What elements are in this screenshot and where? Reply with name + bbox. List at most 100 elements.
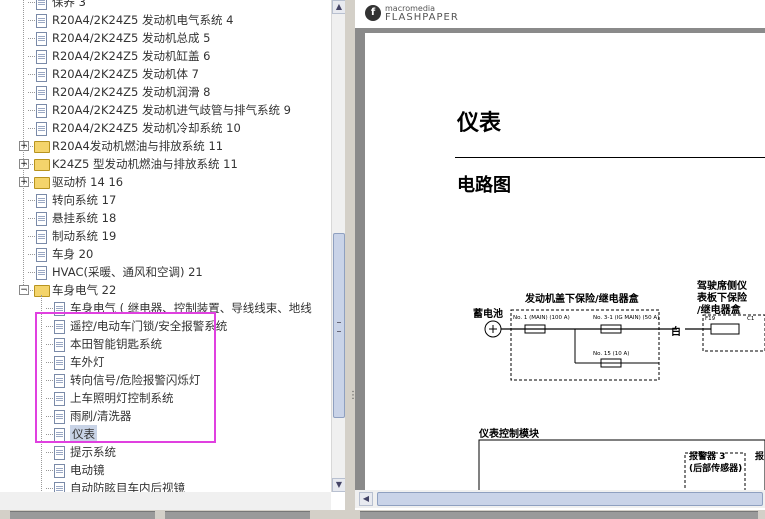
tree-doc-item[interactable]: HVAC(采暖、通风和空调) 21 [0,263,331,281]
tree-connector [26,182,33,183]
fuse-1-label: No. 1 (MAIN) (100 A) [513,315,570,321]
scroll-left-arrow-icon[interactable]: ◀ [359,492,373,506]
tree-connector [28,200,35,201]
tree-doc-item[interactable]: R20A4/2K24Z5 发动机电气系统 4 [0,11,331,29]
document-icon [36,50,47,64]
document-icon [36,68,47,82]
document-viewer-pane: f macromedia FLASHPAPER 仪表 电路图 蓄电池 发动机盖下… [355,0,765,518]
document-icon [36,230,47,244]
tree-connector [28,110,35,111]
tree-folder-item[interactable]: − 车身电气 22 [0,281,331,299]
folder-icon [34,159,50,171]
circuit-diagram [478,309,765,490]
tree-doc-item[interactable]: R20A4/2K24Z5 发动机润滑 8 [0,83,331,101]
tree-item-label: 保养 3 [52,0,86,9]
annotation-highlight-box [35,312,216,443]
tree-connector [28,74,35,75]
tree-item-label: R20A4/2K24Z5 发动机体 7 [52,67,199,81]
tree-item-label: 制动系统 19 [52,229,117,243]
tree-doc-item[interactable]: R20A4/2K24Z5 发动机体 7 [0,65,331,83]
dash-fusebox-label-3: /继电器盒 [697,305,741,316]
tree-connector [26,164,33,165]
viewer-scroll-thumb[interactable] [377,492,763,506]
document-icon [36,194,47,208]
document-icon [54,482,65,492]
scroll-thumb[interactable] [333,233,345,418]
tree-item-label: R20A4/2K24Z5 发动机缸盖 6 [52,49,211,63]
document-icon [36,122,47,136]
viewer-horizontal-scrollbar[interactable]: ◀ [355,490,765,508]
tree-folder-item[interactable]: + K24Z5 型发动机燃油与排放系统 11 [0,155,331,173]
flashpaper-logo-icon: f [365,5,381,21]
tree-doc-item[interactable]: 车身 20 [0,245,331,263]
tree-doc-item[interactable]: R20A4/2K24Z5 发动机总成 5 [0,29,331,47]
tree-connector [28,20,35,21]
flashpaper-header: f macromedia FLASHPAPER [355,0,765,28]
tree-connector [28,38,35,39]
tree-doc-item[interactable]: 自动防眩目车内后视镜 [0,479,331,492]
page-viewport[interactable]: 仪表 电路图 蓄电池 发动机盖下保险/继电器盒 驾驶席侧仪 表板下保险 /继电器… [355,28,765,490]
document-icon [36,212,47,226]
tree-connector [26,290,33,291]
tree-item-label: HVAC(采暖、通风和空调) 21 [52,265,203,279]
cut-label: 报 [755,452,765,462]
tree-connector [28,272,35,273]
tree-item-label: 电动镜 [70,463,105,477]
tree-connector [46,470,53,471]
tree-connector [28,92,35,93]
tree-connector [28,236,35,237]
document-icon [36,248,47,262]
tree-connector [26,146,33,147]
tree-doc-item[interactable]: R20A4/2K24Z5 发动机冷却系统 10 [0,119,331,137]
tree-doc-item[interactable]: 电动镜 [0,461,331,479]
scroll-up-arrow-icon[interactable]: ▲ [332,0,345,14]
tree-doc-item[interactable]: 制动系统 19 [0,227,331,245]
brand-flashpaper: FLASHPAPER [385,12,459,23]
tree-doc-item[interactable]: 提示系统 [0,443,331,461]
tree-doc-item[interactable]: 悬挂系统 18 [0,209,331,227]
fuse-3-label: No. 15 (10 A) [593,351,630,357]
tree-connector [28,2,35,3]
tree-vertical-scrollbar[interactable]: ▲ ▼ [331,0,345,492]
tree-item-label: 驱动桥 14 16 [52,175,124,189]
outline-panel: 保养 3 R20A4/2K24Z5 发动机电气系统 4 R20A4/2K24Z5 发… [0,0,345,510]
tree-doc-item[interactable]: R20A4/2K24Z5 发动机缸盖 6 [0,47,331,65]
tree-item-label: 车身电气 22 [52,283,117,297]
document-icon [36,266,47,280]
tree-item-label: R20A4发动机燃油与排放系统 11 [52,139,224,153]
control-module-label: 仪表控制模块 [479,429,539,440]
folder-icon [34,177,50,189]
document-icon [36,0,47,10]
document-page: 仪表 电路图 蓄电池 发动机盖下保险/继电器盒 驾驶席侧仪 表板下保险 /继电器… [365,33,765,490]
tree-doc-item[interactable]: R20A4/2K24Z5 发动机进气歧管与排气系统 9 [0,101,331,119]
wire-color-label: 白 [671,327,681,338]
tree-guide-line [23,0,24,285]
f19-label: F19 [705,316,716,322]
tree-folder-item[interactable]: + R20A4发动机燃油与排放系统 11 [0,137,331,155]
tree-connector [28,56,35,57]
document-icon [36,32,47,46]
tree-connector [46,452,53,453]
tree-horizontal-scrollbar[interactable] [0,492,331,510]
grip-icon [337,322,341,332]
document-icon [36,86,47,100]
tree-item-label: R20A4/2K24Z5 发动机总成 5 [52,31,211,45]
folder-icon [34,141,50,153]
fusebox-label: 发动机盖下保险/继电器盒 [525,294,639,305]
battery-label: 蓄电池 [473,309,503,320]
tree-connector [28,254,35,255]
document-icon [36,14,47,28]
document-icon [54,464,65,478]
fuse-2-label: No. 3-1 (IG MAIN) (50 A) [593,315,660,321]
tree-connector [28,218,35,219]
pane-splitter[interactable]: ⋮ [345,0,358,518]
tree-item-label: 自动防眩目车内后视镜 [70,481,185,492]
alarm-label-2: (后部传感器) [689,464,743,474]
tree-item-label: R20A4/2K24Z5 发动机进气歧管与排气系统 9 [52,103,291,117]
dash-fuse-symbol [710,323,740,335]
tree-doc-item[interactable]: 转向系统 17 [0,191,331,209]
tree-doc-item[interactable]: 保养 3 [0,0,331,11]
tree-item-label: 车身 20 [52,247,94,261]
scroll-down-arrow-icon[interactable]: ▼ [332,478,345,492]
tree-folder-item[interactable]: + 驱动桥 14 16 [0,173,331,191]
